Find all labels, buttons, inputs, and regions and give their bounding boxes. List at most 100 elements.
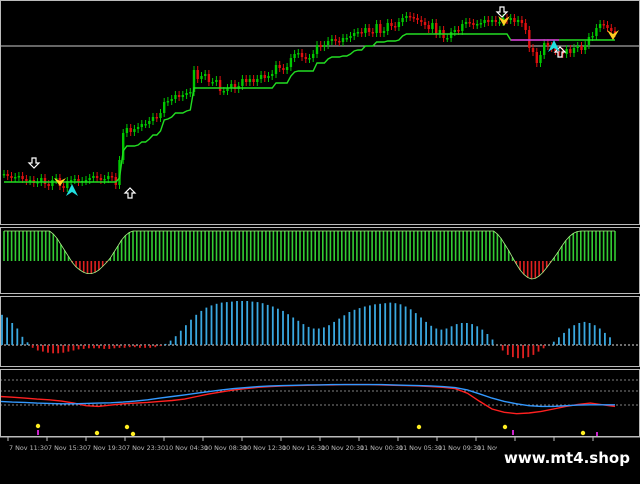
- candle-body: [215, 80, 218, 82]
- candle-body: [394, 26, 397, 28]
- candle-body: [17, 176, 21, 178]
- candle-body: [479, 23, 483, 25]
- candle-body: [308, 58, 311, 60]
- candle-body: [401, 18, 404, 22]
- candle-body: [2, 174, 6, 176]
- time-label: 11 Nov 00:30: [360, 444, 403, 452]
- candle-body: [490, 20, 494, 22]
- candle-body: [457, 30, 460, 32]
- candle-body: [572, 48, 576, 53]
- candle-body: [163, 102, 166, 113]
- signal-dot: [416, 424, 422, 430]
- candle-body: [6, 174, 9, 176]
- candle-body: [125, 128, 129, 133]
- candle-body: [453, 30, 456, 32]
- candle-body: [360, 32, 363, 34]
- candle-body: [263, 75, 266, 78]
- time-label: 11 Nov 05:30: [399, 444, 442, 452]
- candle-body: [62, 186, 65, 188]
- candle-body: [513, 18, 516, 22]
- candle-body: [73, 179, 76, 181]
- candle-body: [222, 91, 225, 93]
- candle-body: [598, 24, 602, 28]
- candle-body: [99, 178, 103, 180]
- candle-body: [408, 16, 412, 18]
- signal-dot: [124, 424, 130, 430]
- candle-body: [606, 25, 609, 28]
- signal-dot: [94, 430, 100, 436]
- candle-body: [461, 24, 464, 31]
- candle-body: [323, 45, 326, 47]
- candle-body: [584, 45, 587, 50]
- candle-body: [200, 76, 203, 79]
- candle-body: [155, 117, 158, 119]
- candle-body: [297, 53, 300, 55]
- candle-body: [300, 53, 304, 57]
- candle-body: [274, 65, 278, 74]
- candle-body: [476, 24, 479, 26]
- candle-body: [144, 124, 147, 126]
- signal-tick: [37, 430, 39, 435]
- trading-chart[interactable]: 7 Nov 11:30 7 Nov 15:30 7 Nov 19:30 7 Nov 2…: [0, 0, 640, 480]
- candle-body: [610, 28, 613, 31]
- candle-body: [364, 28, 367, 33]
- candle-body: [330, 39, 334, 41]
- candle-body: [371, 32, 374, 34]
- candle-body: [487, 20, 490, 22]
- time-label: 7 Nov 23:30: [126, 444, 165, 452]
- candle-body: [43, 178, 47, 184]
- candle-body: [423, 22, 427, 25]
- candle-body: [494, 20, 497, 22]
- time-label: 7 Nov 15:30: [48, 444, 87, 452]
- chart-canvas[interactable]: 7 Nov 11:30 7 Nov 15:30 7 Nov 19:30 7 Nov 2…: [0, 0, 640, 480]
- candle-body: [14, 177, 17, 179]
- time-label: 10 Nov 04:30: [165, 444, 208, 452]
- candle-body: [543, 43, 546, 55]
- candle-body: [338, 41, 341, 43]
- candle-body: [69, 180, 73, 182]
- candle-body: [524, 23, 527, 30]
- candle-body: [379, 24, 382, 33]
- candle-body: [546, 43, 550, 46]
- candle-body: [382, 31, 386, 33]
- candle-body: [446, 38, 449, 40]
- candle-body: [587, 37, 591, 45]
- candle-body: [107, 176, 110, 179]
- candle-body: [569, 49, 572, 53]
- time-label: 7 Nov 11:30: [9, 444, 48, 452]
- candle-body: [416, 18, 419, 20]
- candle-body: [84, 180, 88, 182]
- candle-body: [353, 33, 356, 36]
- time-label: 10 Nov 12:30: [243, 444, 286, 452]
- signal-dot: [35, 423, 41, 429]
- candle-body: [304, 57, 307, 59]
- candle-body: [464, 22, 468, 24]
- candle-body: [252, 79, 255, 82]
- candle-body: [356, 32, 360, 34]
- candle-body: [375, 24, 378, 33]
- candle-body: [319, 45, 322, 47]
- candle-body: [405, 16, 408, 18]
- watermark: www.mt4.shop: [497, 445, 637, 471]
- candle-body: [95, 176, 99, 178]
- candle-body: [92, 176, 95, 178]
- candle-body: [341, 38, 345, 42]
- candle-body: [110, 176, 114, 178]
- candle-body: [204, 74, 207, 76]
- candle-body: [133, 129, 136, 132]
- candle-body: [528, 30, 531, 48]
- candle-body: [103, 179, 106, 181]
- candle-body: [285, 67, 289, 70]
- time-label: 10 Nov 20:30: [321, 444, 364, 452]
- candle-body: [516, 20, 520, 22]
- candle-body: [565, 49, 568, 54]
- candle-body: [189, 92, 192, 94]
- candle-body: [312, 54, 315, 58]
- candle-body: [386, 23, 389, 31]
- candle-body: [289, 58, 293, 67]
- candle-body: [51, 180, 54, 186]
- candle-body: [271, 74, 274, 76]
- candle-body: [211, 82, 214, 84]
- candle-body: [25, 179, 28, 181]
- candle-body: [21, 176, 24, 179]
